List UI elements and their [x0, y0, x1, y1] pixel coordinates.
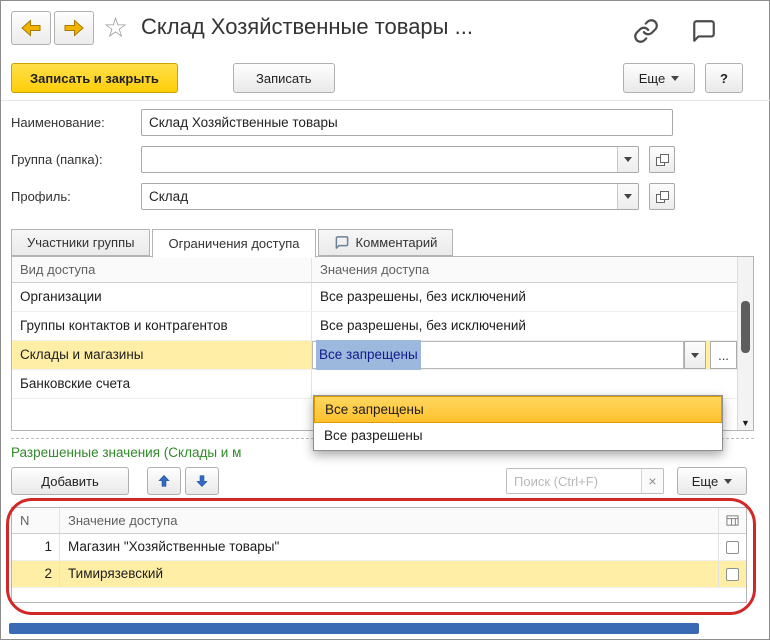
- column-header-value[interactable]: Значение доступа: [60, 508, 718, 533]
- back-button[interactable]: [11, 11, 51, 45]
- dropdown-arrow-icon: [724, 478, 733, 484]
- group-field: [141, 146, 639, 173]
- up-arrow-icon: [158, 474, 170, 487]
- more-button-label: Еще: [638, 70, 666, 86]
- name-field-label: Наименование:: [11, 115, 105, 130]
- profile-field-label: Профиль:: [11, 189, 71, 204]
- profile-open-button[interactable]: [649, 183, 675, 210]
- tab-label: Ограничения доступа: [168, 236, 300, 251]
- dropdown-arrow-icon: [624, 157, 632, 162]
- cell-kind: Банковские счета: [12, 370, 312, 398]
- row-checkbox[interactable]: [726, 567, 739, 581]
- table-row[interactable]: Организации Все разрешены, без исключени…: [12, 283, 753, 312]
- cell-number: 2: [12, 561, 60, 587]
- list-item-selected[interactable]: 2 Тимирязевский: [12, 561, 746, 588]
- column-settings-icon: [726, 515, 739, 526]
- column-header-value[interactable]: Значения доступа: [312, 257, 737, 282]
- editor-choose-button[interactable]: ...: [710, 341, 737, 369]
- cell-value: Все разрешены, без исключений: [320, 318, 526, 333]
- tab-comment[interactable]: Комментарий: [317, 229, 454, 256]
- cell-value: Магазин "Хозяйственные товары": [68, 539, 280, 554]
- cell-kind: Группы контактов и контрагентов: [12, 312, 312, 340]
- cell-value: Все разрешены, без исключений: [320, 289, 526, 304]
- add-button[interactable]: Добавить: [11, 467, 129, 495]
- column-settings-cell[interactable]: [718, 508, 746, 533]
- table-header-row: Вид доступа Значения доступа: [12, 257, 753, 283]
- dropdown-list: Все запрещены Все разрешены: [313, 395, 723, 451]
- profile-input[interactable]: [142, 184, 617, 209]
- comment-bubble-icon: [335, 236, 348, 249]
- dropdown-arrow-icon: [624, 194, 632, 199]
- forward-arrow-icon: [64, 19, 84, 37]
- tab-label: Комментарий: [355, 235, 438, 250]
- command-bar: Записать и закрыть Записать Еще ?: [1, 57, 770, 101]
- group-dropdown-button[interactable]: [617, 147, 638, 172]
- cell-value-editing: Все запрещены ...: [312, 340, 737, 370]
- move-up-button[interactable]: [147, 467, 181, 495]
- scrollbar-thumb[interactable]: [741, 301, 750, 353]
- profile-dropdown-button[interactable]: [617, 184, 638, 209]
- open-icon: [656, 190, 669, 203]
- access-value-editor[interactable]: Все запрещены: [312, 340, 684, 370]
- open-icon: [656, 153, 669, 166]
- table-row-selected[interactable]: Склады и магазины Все запрещены ...: [12, 340, 753, 370]
- tab-group-members[interactable]: Участники группы: [11, 229, 151, 256]
- group-open-button[interactable]: [649, 146, 675, 173]
- form-window: ☆ Склад Хозяйственные товары ... Записат…: [0, 0, 770, 640]
- forward-button[interactable]: [54, 11, 94, 45]
- allowed-values-table: N Значение доступа 1 Магазин "Хозяйствен…: [11, 507, 747, 603]
- scroll-down-icon[interactable]: ▼: [738, 418, 753, 428]
- allowed-more-button[interactable]: Еще: [677, 467, 747, 495]
- search-field: ×: [506, 468, 664, 494]
- dropdown-option[interactable]: Все разрешены: [314, 423, 722, 450]
- dropdown-arrow-icon: [691, 352, 699, 358]
- column-header-kind[interactable]: Вид доступа: [12, 257, 312, 282]
- column-header-n[interactable]: N: [12, 508, 60, 533]
- cell-kind: Склады и магазины: [12, 341, 312, 369]
- vertical-scrollbar[interactable]: ▼: [737, 257, 753, 430]
- cell-value: Тимирязевский: [68, 566, 163, 581]
- table-header-row: N Значение доступа: [12, 508, 746, 534]
- discussion-icon[interactable]: [691, 18, 719, 46]
- group-field-label: Группа (папка):: [11, 152, 103, 167]
- dropdown-option-selected[interactable]: Все запрещены: [314, 396, 722, 423]
- table-row[interactable]: Группы контактов и контрагентов Все разр…: [12, 312, 753, 341]
- move-down-button[interactable]: [185, 467, 219, 495]
- editor-dropdown-button[interactable]: [684, 341, 706, 369]
- save-button[interactable]: Записать: [233, 63, 335, 93]
- horizontal-scrollbar[interactable]: [9, 623, 699, 634]
- cell-kind: Организации: [12, 283, 312, 311]
- selected-text: Все запрещены: [316, 340, 421, 370]
- save-close-button[interactable]: Записать и закрыть: [11, 63, 178, 93]
- more-button-label: Еще: [691, 473, 719, 489]
- cell-number: 1: [12, 534, 60, 560]
- cell-value: [312, 370, 737, 398]
- tab-label: Участники группы: [27, 235, 135, 250]
- back-arrow-icon: [21, 19, 41, 37]
- tab-access-restrictions[interactable]: Ограничения доступа: [152, 229, 316, 258]
- favorite-star-icon[interactable]: ☆: [103, 13, 128, 43]
- group-input[interactable]: [142, 147, 617, 172]
- name-input[interactable]: [142, 110, 672, 135]
- row-checkbox[interactable]: [726, 540, 739, 554]
- name-field: [141, 109, 673, 136]
- link-icon[interactable]: [633, 18, 661, 46]
- down-arrow-icon: [196, 475, 208, 488]
- help-button[interactable]: ?: [705, 63, 743, 93]
- search-input[interactable]: [507, 469, 641, 493]
- allowed-values-title: Разрешенные значения (Склады и м: [11, 445, 242, 460]
- dropdown-arrow-icon: [671, 75, 680, 81]
- list-item[interactable]: 1 Магазин "Хозяйственные товары": [12, 534, 746, 561]
- tab-bar: Участники группы Ограничения доступа Ком…: [11, 229, 455, 258]
- page-title: Склад Хозяйственные товары ...: [141, 14, 473, 39]
- more-button[interactable]: Еще: [623, 63, 695, 93]
- search-clear-button[interactable]: ×: [641, 469, 663, 493]
- profile-field: [141, 183, 639, 210]
